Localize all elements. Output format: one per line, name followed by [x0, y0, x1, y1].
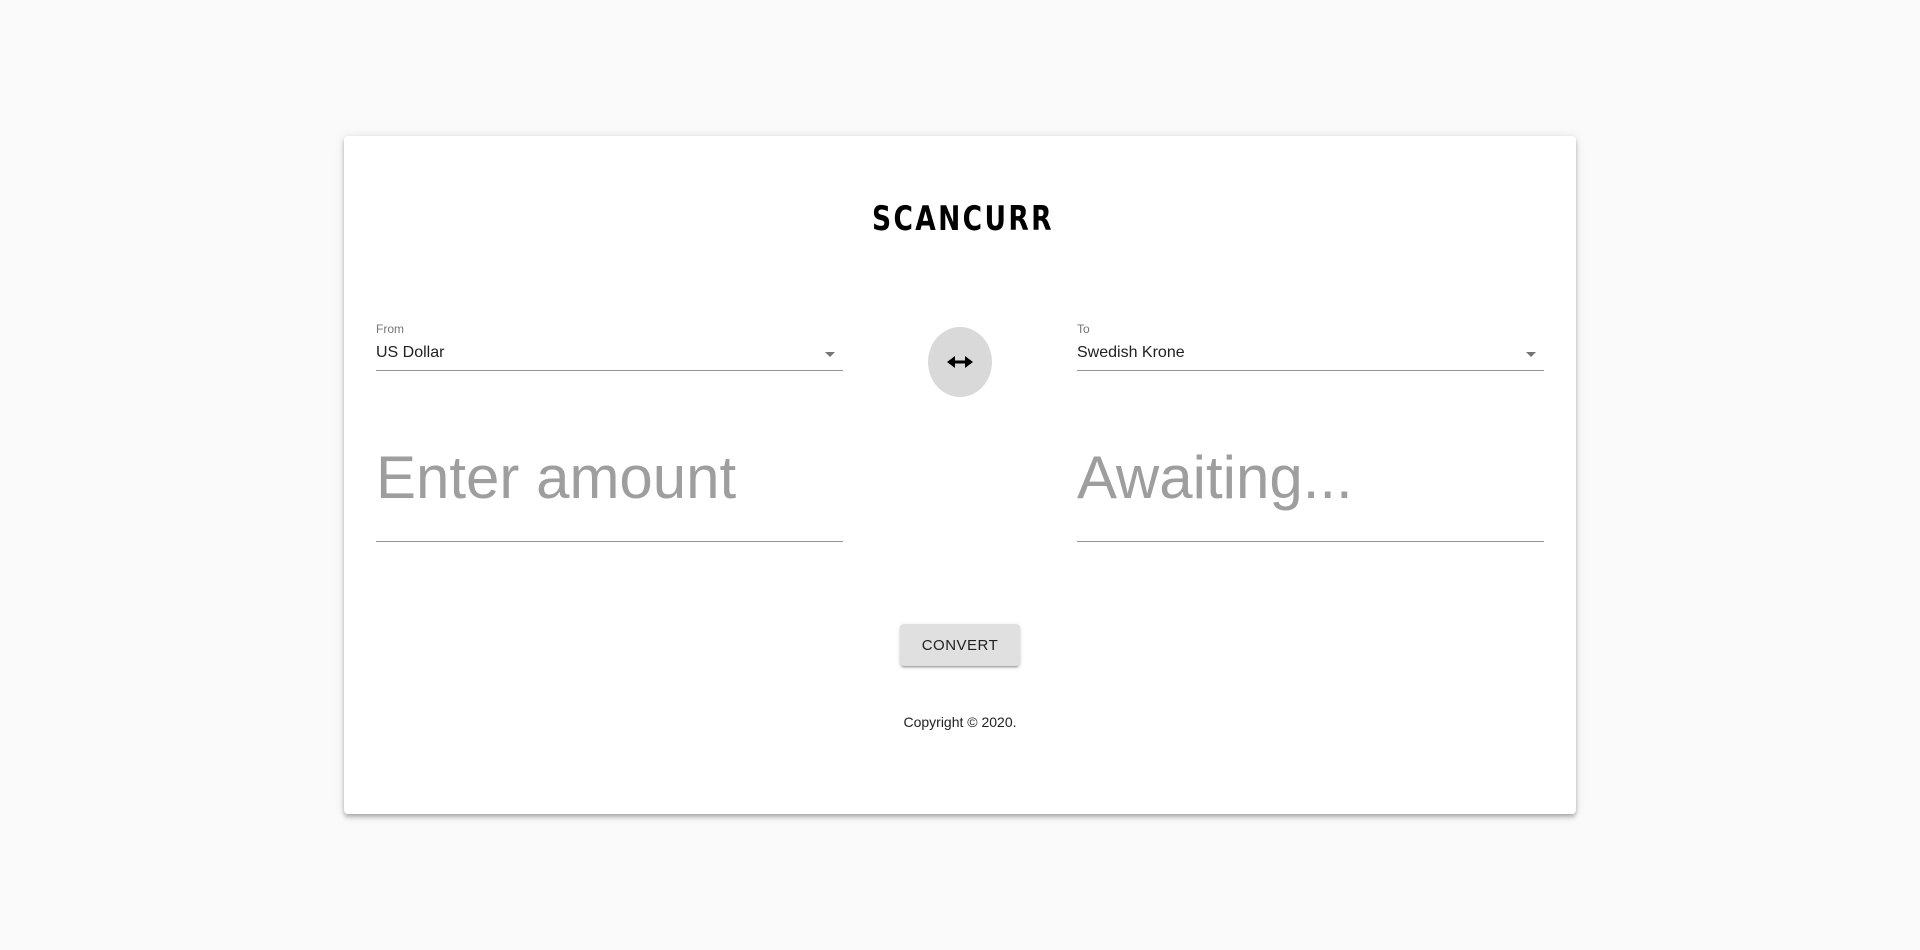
select-underline [376, 370, 843, 371]
chevron-down-icon [825, 352, 835, 357]
to-currency-select[interactable]: To Swedish Krone [1077, 322, 1544, 372]
amount-input[interactable] [376, 438, 843, 516]
converter-card: SCANCURR From US Dollar To Swedish Krone… [344, 136, 1576, 814]
logo-text: SCANCURR [872, 199, 1054, 239]
amount-underline-left [376, 541, 843, 542]
convert-button[interactable]: CONVERT [900, 624, 1020, 666]
from-currency-select[interactable]: From US Dollar [376, 322, 843, 372]
to-currency-value: Swedish Krone [1077, 344, 1185, 361]
to-label: To [1077, 322, 1090, 336]
scancurr-logo: SCANCURR [868, 196, 1052, 242]
select-underline [1077, 370, 1544, 371]
result-field [1077, 438, 1544, 520]
from-currency-value: US Dollar [376, 344, 445, 361]
swap-currencies-button[interactable] [928, 327, 992, 397]
copyright-text: Copyright © 2020. [903, 714, 1017, 730]
amount-underline-right [1077, 541, 1544, 542]
amount-field [376, 438, 843, 520]
chevron-down-icon [1526, 352, 1536, 357]
swap-horizontal-icon [947, 356, 973, 368]
result-output[interactable] [1077, 438, 1544, 516]
from-label: From [376, 322, 404, 336]
